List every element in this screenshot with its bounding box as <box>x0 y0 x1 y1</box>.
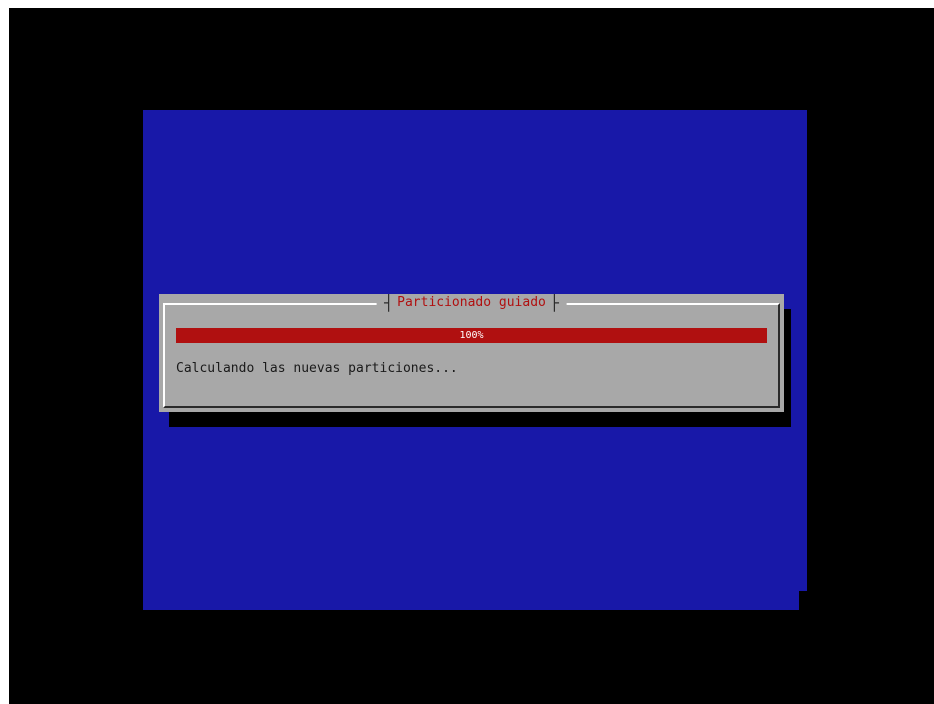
progress-dialog: ┤ Particionado guiado ├ 100% Calculando … <box>159 294 784 412</box>
screen-corner-artifact <box>799 591 807 610</box>
dialog-frame <box>163 303 780 408</box>
dialog-title-bar: ┤ Particionado guiado ├ <box>376 294 567 312</box>
title-left-bracket: ┤ <box>384 294 394 312</box>
progress-bar: 100% <box>176 328 767 343</box>
title-right-bracket: ├ <box>549 294 559 312</box>
dialog-title: Particionado guiado <box>397 295 546 310</box>
status-message: Calculando las nuevas particiones... <box>176 361 458 376</box>
progress-percent: 100% <box>459 330 484 341</box>
